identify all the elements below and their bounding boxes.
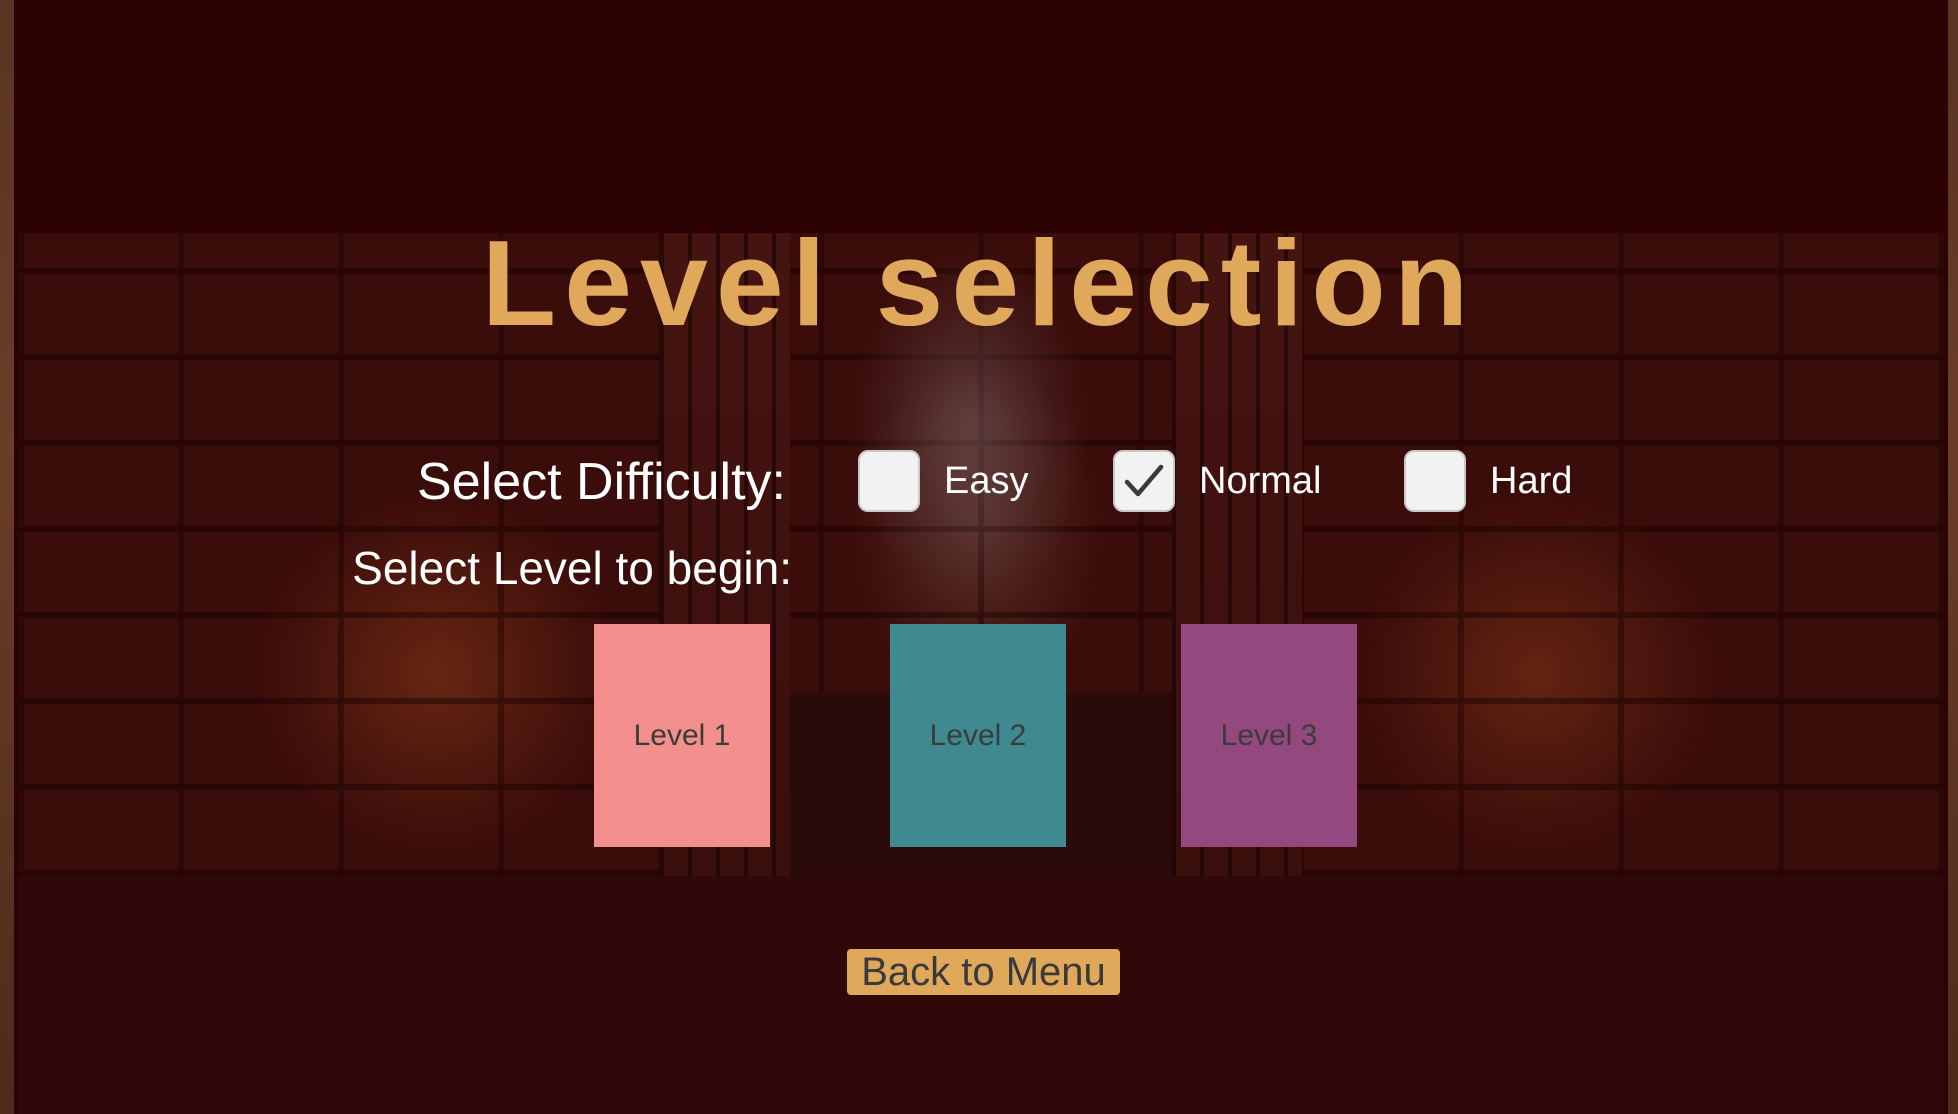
normal-checkbox[interactable]	[1113, 450, 1175, 512]
difficulty-hard-toggle[interactable]: Hard	[1404, 448, 1572, 514]
level-select-label: Select Level to begin:	[352, 542, 792, 594]
difficulty-normal-toggle[interactable]: Normal	[1113, 448, 1321, 514]
right-edge	[1944, 0, 1958, 1114]
hard-checkbox[interactable]	[1404, 450, 1466, 512]
level-2-button[interactable]: Level 2	[890, 624, 1066, 847]
floor-area	[18, 876, 1944, 1114]
easy-label: Easy	[944, 459, 1029, 502]
level-1-button[interactable]: Level 1	[594, 624, 770, 847]
level-3-button[interactable]: Level 3	[1181, 624, 1357, 847]
easy-checkbox[interactable]	[858, 450, 920, 512]
difficulty-easy-toggle[interactable]: Easy	[858, 448, 1028, 514]
left-edge	[0, 0, 18, 1114]
difficulty-label: Select Difficulty:	[417, 453, 786, 511]
page-title: Level selection	[481, 215, 1477, 351]
back-to-menu-button[interactable]: Back to Menu	[847, 949, 1120, 995]
checkmark-icon	[1124, 464, 1164, 497]
hard-label: Hard	[1490, 459, 1573, 502]
level-selection-screen: Level selection Select Difficulty: Easy …	[0, 0, 1958, 1114]
normal-label: Normal	[1199, 459, 1322, 502]
